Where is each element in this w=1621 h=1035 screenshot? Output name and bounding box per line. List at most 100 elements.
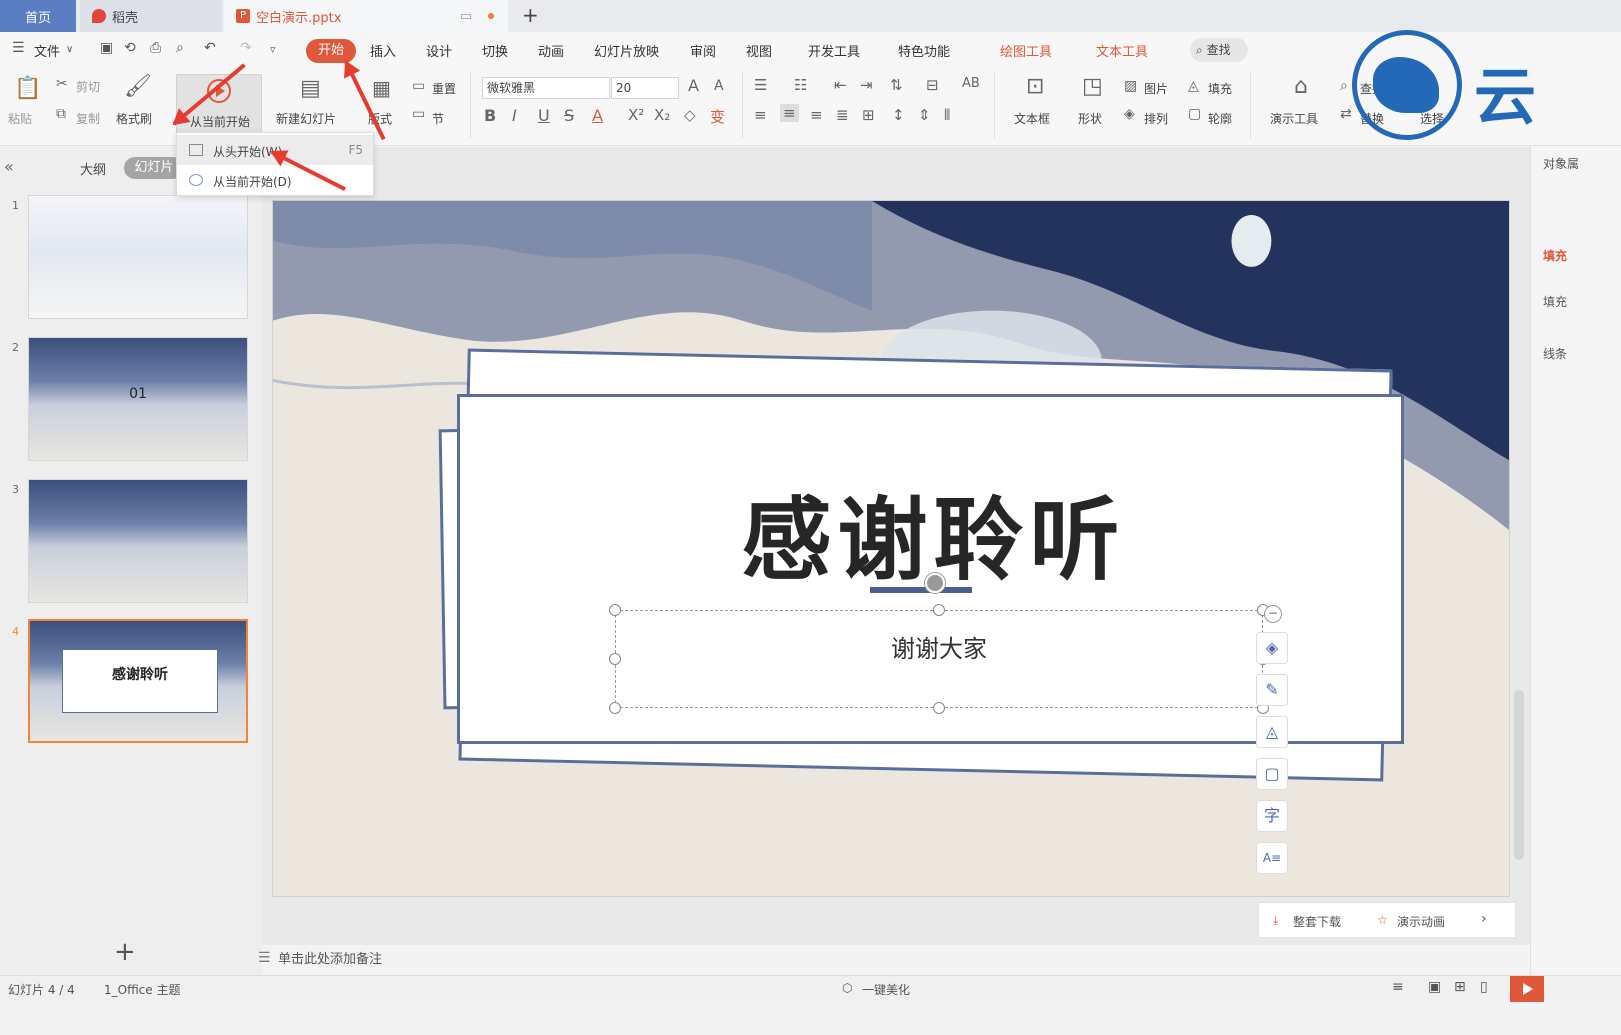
slide-canvas[interactable]: 感谢聆听 谢谢大家: [272, 200, 1510, 897]
slide-thumbnail[interactable]: [28, 195, 248, 319]
subscript-icon[interactable]: X₂: [654, 106, 670, 124]
collapse-toolbar-icon[interactable]: −: [1264, 605, 1282, 623]
increase-indent-icon[interactable]: ⇥: [860, 76, 873, 94]
menu-animation[interactable]: 动画: [538, 41, 564, 60]
tab-home[interactable]: 首页: [0, 0, 76, 32]
textbox-button[interactable]: 文本框: [1014, 110, 1050, 127]
menu-slideshow[interactable]: 幻灯片放映: [594, 41, 659, 60]
new-slide-icon[interactable]: ▤: [300, 76, 321, 101]
tab-document[interactable]: P 空白演示.pptx ▭: [224, 0, 508, 32]
add-slide-button[interactable]: +: [114, 937, 136, 967]
one-click-beautify-button[interactable]: 一键美化: [862, 981, 910, 998]
full-set-download-button[interactable]: 整套下载: [1293, 913, 1341, 930]
paragraph-spacing-icon[interactable]: ⇕: [918, 106, 931, 124]
numbered-list-icon[interactable]: ☷: [794, 76, 807, 94]
increase-font-icon[interactable]: A: [688, 76, 699, 95]
menu-special[interactable]: 特色功能: [898, 41, 950, 60]
italic-icon[interactable]: I: [512, 106, 517, 125]
menu-drawing-tools[interactable]: 绘图工具: [1000, 41, 1052, 60]
slide-subtitle[interactable]: 谢谢大家: [616, 629, 1262, 664]
fill-button[interactable]: 填充: [1208, 80, 1232, 97]
fill-section[interactable]: 填充: [1543, 293, 1567, 310]
resize-handle[interactable]: [609, 702, 621, 714]
rotate-handle-icon[interactable]: [925, 573, 945, 593]
paste-icon[interactable]: 📋: [14, 76, 41, 101]
menu-insert[interactable]: 插入: [370, 41, 396, 60]
redo-icon[interactable]: ↷: [240, 40, 252, 56]
layers-icon[interactable]: ◈: [1256, 632, 1288, 664]
menu-file[interactable]: 文件: [34, 41, 60, 60]
menu-design[interactable]: 设计: [426, 41, 452, 60]
fill-bucket-icon[interactable]: ◬: [1256, 716, 1288, 748]
customize-toolbar-icon[interactable]: ▿: [270, 43, 276, 56]
reset-icon[interactable]: ▭: [412, 78, 425, 94]
align-right-icon[interactable]: ≡: [810, 106, 823, 124]
bullet-list-icon[interactable]: ☰: [754, 76, 767, 94]
text-wrap-icon[interactable]: A≡: [1256, 842, 1288, 874]
superscript-icon[interactable]: X²: [628, 106, 644, 124]
border-icon[interactable]: ▢: [1256, 758, 1288, 790]
vertical-scrollbar[interactable]: [1514, 690, 1524, 860]
sorter-view-icon[interactable]: ⊞: [1454, 979, 1466, 995]
align-center-icon[interactable]: ≡: [780, 104, 799, 122]
reset-button[interactable]: 重置: [432, 80, 456, 97]
find-icon[interactable]: ⌕: [1340, 78, 1348, 94]
monitor-icon[interactable]: ▭: [460, 9, 472, 24]
new-tab-button[interactable]: +: [522, 0, 539, 32]
new-slide-button[interactable]: 新建幻灯片: [276, 110, 336, 127]
shape-icon[interactable]: ◳: [1082, 74, 1103, 99]
text-effect-icon[interactable]: 字: [1256, 800, 1288, 832]
bold-icon[interactable]: B: [484, 106, 496, 125]
demo-animation-button[interactable]: 演示动画: [1397, 913, 1445, 930]
notes-area[interactable]: ☰ 单击此处添加备注: [258, 948, 1530, 970]
chevron-down-icon[interactable]: ∨: [66, 44, 73, 55]
arrange-icon[interactable]: ◈: [1124, 106, 1135, 122]
notes-toggle-icon[interactable]: ≡: [1392, 979, 1404, 995]
outline-icon[interactable]: ▢: [1188, 106, 1201, 122]
section-icon[interactable]: ▭: [412, 106, 425, 122]
chevron-right-icon[interactable]: ›: [1481, 911, 1487, 927]
tab-slides[interactable]: 幻灯片: [124, 157, 184, 179]
subtitle-textbox[interactable]: 谢谢大家: [609, 604, 1269, 714]
justify-icon[interactable]: ≣: [836, 106, 849, 124]
underline-icon[interactable]: U: [538, 106, 550, 125]
font-color-icon[interactable]: A: [592, 106, 603, 125]
outline-button[interactable]: 轮廓: [1208, 110, 1232, 127]
format-painter-icon[interactable]: 🖌: [124, 74, 152, 99]
undo-history-icon[interactable]: ⟲: [124, 40, 136, 56]
reading-view-icon[interactable]: ▯: [1480, 979, 1488, 995]
line-spacing-icon[interactable]: ↕: [892, 106, 905, 124]
print-preview-icon[interactable]: ⌕: [176, 40, 184, 56]
textbox-icon[interactable]: ⊡: [1026, 74, 1044, 99]
font-name-select[interactable]: 微软雅黑: [482, 77, 610, 99]
convert-smartart-icon[interactable]: AB: [962, 76, 980, 91]
play-slideshow-button[interactable]: [1510, 976, 1544, 1002]
layout-icon[interactable]: ▦: [372, 76, 391, 100]
resize-handle[interactable]: [609, 653, 621, 665]
text-direction-icon[interactable]: ⇅: [890, 76, 903, 94]
tab-docer[interactable]: 稻壳: [80, 0, 222, 32]
slide-thumbnail[interactable]: [28, 479, 248, 603]
pen-icon[interactable]: ✎: [1256, 674, 1288, 706]
copy-icon[interactable]: ⧉: [56, 106, 66, 122]
cut-button[interactable]: 剪切: [76, 78, 100, 95]
menu-text-tools[interactable]: 文本工具: [1096, 41, 1148, 60]
menu-developer[interactable]: 开发工具: [808, 41, 860, 60]
save-icon[interactable]: ▣: [100, 40, 113, 56]
copy-button[interactable]: 复制: [76, 110, 100, 127]
arrange-button[interactable]: 排列: [1144, 110, 1168, 127]
fill-icon[interactable]: ◬: [1188, 78, 1199, 94]
picture-button[interactable]: 图片: [1144, 80, 1168, 97]
decrease-indent-icon[interactable]: ⇤: [834, 76, 847, 94]
resize-handle[interactable]: [609, 604, 621, 616]
distribute-icon[interactable]: ⊞: [862, 106, 875, 124]
resize-handle[interactable]: [933, 604, 945, 616]
replace-icon[interactable]: ⇄: [1340, 106, 1352, 122]
section-button[interactable]: 节: [432, 110, 444, 127]
resize-handle[interactable]: [933, 702, 945, 714]
present-tools-button[interactable]: 演示工具: [1270, 110, 1318, 127]
slide-thumbnail[interactable]: 01: [28, 337, 248, 461]
theme-name[interactable]: 1_Office 主题: [104, 981, 180, 998]
print-icon[interactable]: ⎙: [150, 40, 161, 56]
align-text-icon[interactable]: ⊟: [926, 76, 939, 94]
